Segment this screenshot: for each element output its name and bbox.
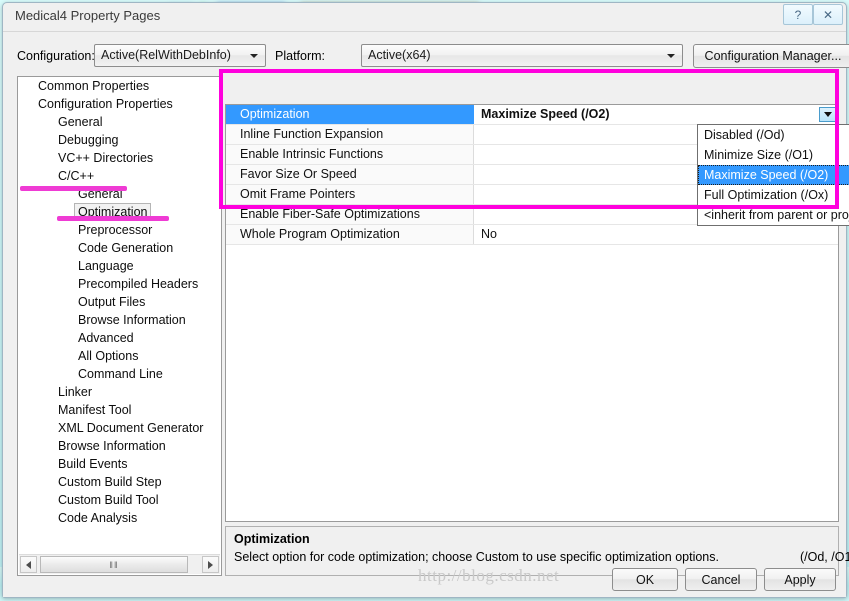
tree-item-label: Build Events: [58, 457, 128, 471]
tree-item-manifest-tool[interactable]: Manifest Tool: [18, 401, 221, 419]
window-title: Medical4 Property Pages: [15, 8, 161, 23]
property-name: Omit Frame Pointers: [226, 185, 474, 204]
tree-item-label: All Options: [78, 349, 139, 363]
tree-item-label: C/C++: [58, 169, 95, 183]
tree-item-label: Common Properties: [38, 79, 150, 93]
property-name: Whole Program Optimization: [226, 225, 474, 244]
property-name: Favor Size Or Speed: [226, 165, 474, 184]
property-name: Optimization: [226, 105, 474, 124]
dropdown-option[interactable]: Disabled (/Od): [698, 125, 849, 145]
configuration-dropdown[interactable]: Active(RelWithDebInfo): [94, 44, 266, 67]
property-name: Enable Intrinsic Functions: [226, 145, 474, 164]
configuration-label: Configuration:: [17, 49, 95, 63]
property-name: Enable Fiber-Safe Optimizations: [226, 205, 474, 224]
dropdown-option[interactable]: Minimize Size (/O1): [698, 145, 849, 165]
property-name: Inline Function Expansion: [226, 125, 474, 144]
platform-value: Active(x64): [368, 48, 431, 62]
property-row[interactable]: Optimization Maximize Speed (/O2): [226, 105, 838, 125]
tree-item-language[interactable]: Language: [18, 257, 221, 275]
tree-item-label: Preprocessor: [78, 223, 153, 237]
tree-item-label: Browse Information: [58, 439, 166, 453]
tree-item-label: Debugging: [58, 133, 119, 147]
tree-item-browse-information[interactable]: Browse Information: [18, 311, 221, 329]
tree-item-custom-build-tool[interactable]: Custom Build Tool: [18, 491, 221, 509]
property-pages-dialog: Medical4 Property Pages ? ✕ Configuratio…: [2, 2, 849, 598]
close-icon[interactable]: ✕: [813, 4, 843, 25]
tree-item-label: Advanced: [78, 331, 134, 345]
configuration-value: Active(RelWithDebInfo): [101, 48, 231, 62]
tree-item-label: Language: [78, 259, 134, 273]
tree-horizontal-scrollbar[interactable]: ‖‖: [19, 554, 220, 574]
ok-button[interactable]: OK: [612, 568, 678, 591]
tree-item-label: Custom Build Tool: [58, 493, 159, 507]
chevron-down-icon: [823, 112, 832, 117]
description-text: Select option for code optimization; cho…: [234, 550, 719, 564]
dropdown-option[interactable]: <inherit from parent or project defaults…: [698, 205, 849, 225]
tree-item-linker[interactable]: Linker: [18, 383, 221, 401]
tree-item-common-properties[interactable]: Common Properties: [18, 77, 221, 95]
tree-item-preprocessor[interactable]: Preprocessor: [18, 221, 221, 239]
tree-item-label: Browse Information: [78, 313, 186, 327]
platform-label: Platform:: [275, 49, 326, 63]
tree-item-output-files[interactable]: Output Files: [18, 293, 221, 311]
properties-tree: Common Properties Configuration Propertie…: [17, 76, 222, 576]
tree-item-label: VC++ Directories: [58, 151, 154, 165]
tree-item-general[interactable]: General: [18, 113, 221, 131]
watermark-text: http://blog.csdn.net: [418, 566, 560, 585]
chevron-down-icon: [250, 54, 258, 58]
cancel-button[interactable]: Cancel: [685, 568, 757, 591]
chevron-down-icon: [667, 54, 675, 58]
tree-item-c-c[interactable]: C/C++: [18, 167, 221, 185]
property-row[interactable]: Whole Program Optimization No: [226, 225, 838, 245]
tree-item-label: Manifest Tool: [58, 403, 132, 417]
tree-item-custom-build-step[interactable]: Custom Build Step: [18, 473, 221, 491]
tree-item-label: Code Generation: [78, 241, 174, 255]
tree-item-label: General: [58, 115, 103, 129]
tree-item-debugging[interactable]: Debugging: [18, 131, 221, 149]
scroll-right-arrow-icon[interactable]: [202, 556, 219, 573]
tree-item-all-options[interactable]: All Options: [18, 347, 221, 365]
tree-item-label: Configuration Properties: [38, 97, 173, 111]
help-icon[interactable]: ?: [783, 4, 813, 25]
value-dropdown-button[interactable]: [819, 107, 836, 122]
scrollbar-thumb[interactable]: ‖‖: [40, 556, 188, 573]
configuration-bar: Configuration: Active(RelWithDebInfo) Pl…: [17, 44, 849, 69]
tree-item-label: Custom Build Step: [58, 475, 162, 489]
tree-item-code-analysis[interactable]: Code Analysis: [18, 509, 221, 527]
dialog-client-area: Configuration: Active(RelWithDebInfo) Pl…: [3, 31, 849, 597]
dropdown-option[interactable]: Full Optimization (/Ox): [698, 185, 849, 205]
tree-item-vc-directories[interactable]: VC++ Directories: [18, 149, 221, 167]
property-value[interactable]: Maximize Speed (/O2): [475, 105, 838, 124]
property-grid: Optimization Maximize Speed (/O2) Inline F…: [225, 104, 849, 522]
tree-item-code-generation[interactable]: Code Generation: [18, 239, 221, 257]
tree-scroll-area: Common Properties Configuration Propertie…: [18, 77, 221, 554]
tree-item-label: Code Analysis: [58, 511, 138, 525]
tree-item-browse-information[interactable]: Browse Information: [18, 437, 221, 455]
tree-item-label: Command Line: [78, 367, 163, 381]
tree-item-xml-document-generator[interactable]: XML Document Generator: [18, 419, 221, 437]
optimization-dropdown-list[interactable]: Disabled (/Od) Minimize Size (/O1) Maximiz…: [697, 124, 849, 226]
property-value[interactable]: No: [475, 225, 838, 244]
tree-item-label: Output Files: [78, 295, 146, 309]
description-title: Optimization: [234, 532, 310, 546]
tree-item-label: Linker: [58, 385, 93, 399]
tree-item-command-line[interactable]: Command Line: [18, 365, 221, 383]
tree-item-build-events[interactable]: Build Events: [18, 455, 221, 473]
dropdown-option[interactable]: Maximize Speed (/O2): [698, 165, 849, 185]
tree-item-label: XML Document Generator: [58, 421, 204, 435]
tree-item-label: Precompiled Headers: [78, 277, 199, 291]
tree-item-precompiled-headers[interactable]: Precompiled Headers: [18, 275, 221, 293]
scrollbar-grip-icon: ‖‖: [109, 559, 119, 570]
description-flags: (/Od, /O1, /O2, /Ox): [800, 550, 849, 564]
configuration-manager-button[interactable]: Configuration Manager...: [693, 44, 849, 68]
title-bar: Medical4 Property Pages ? ✕: [3, 3, 846, 31]
tree-item-configuration-properties[interactable]: Configuration Properties: [18, 95, 221, 113]
annotation-underline-cpp: [20, 186, 127, 191]
platform-dropdown[interactable]: Active(x64): [361, 44, 683, 67]
tree-item-advanced[interactable]: Advanced: [18, 329, 221, 347]
annotation-underline-optimization: [57, 216, 169, 221]
scroll-left-arrow-icon[interactable]: [20, 556, 37, 573]
apply-button[interactable]: Apply: [764, 568, 836, 591]
